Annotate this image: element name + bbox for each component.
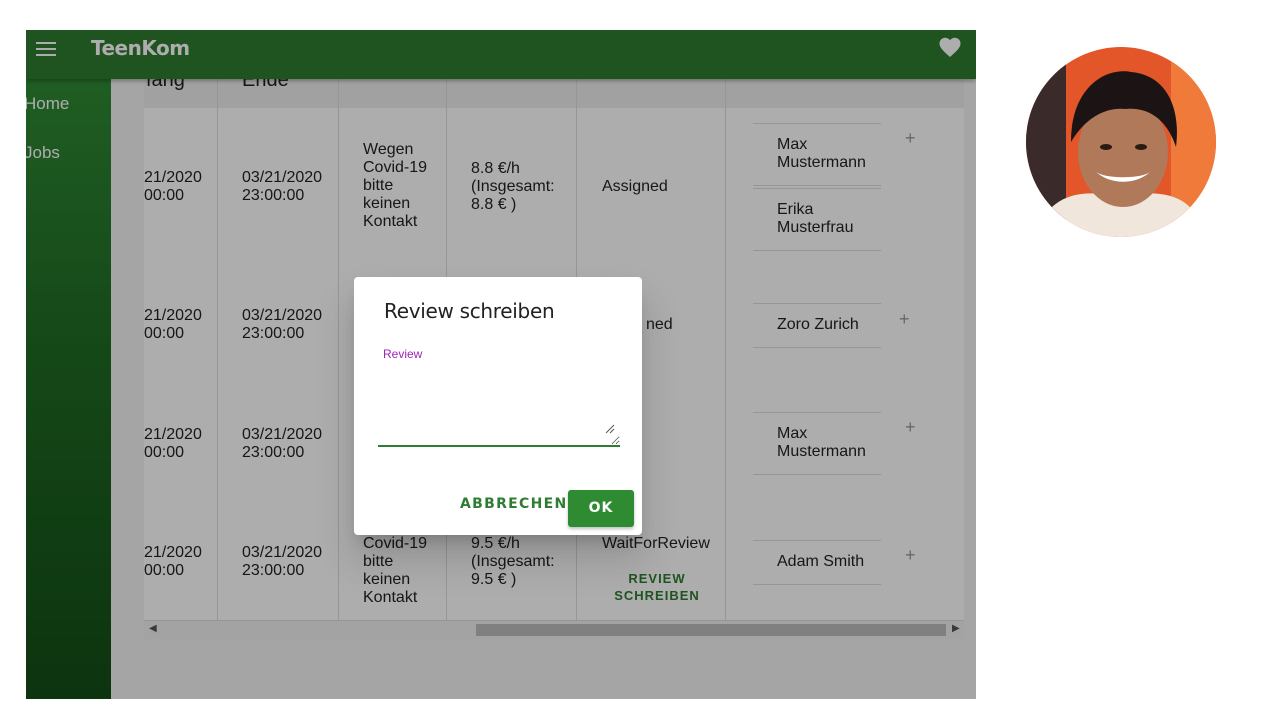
avatar-image	[1026, 47, 1216, 237]
avatar-photo	[1026, 47, 1216, 237]
cancel-button[interactable]: ABBRECHEN	[460, 496, 568, 512]
review-textarea[interactable]	[378, 365, 620, 447]
dialog-title: Review schreiben	[384, 299, 555, 323]
ok-button[interactable]: OK	[568, 490, 634, 527]
review-dialog: Review schreiben Review ABBRECHEN OK	[354, 277, 642, 535]
review-field-label: Review	[383, 347, 423, 361]
app-window: TeenKom Home Jobs fang Ende 21/2020 00:0…	[26, 30, 976, 699]
